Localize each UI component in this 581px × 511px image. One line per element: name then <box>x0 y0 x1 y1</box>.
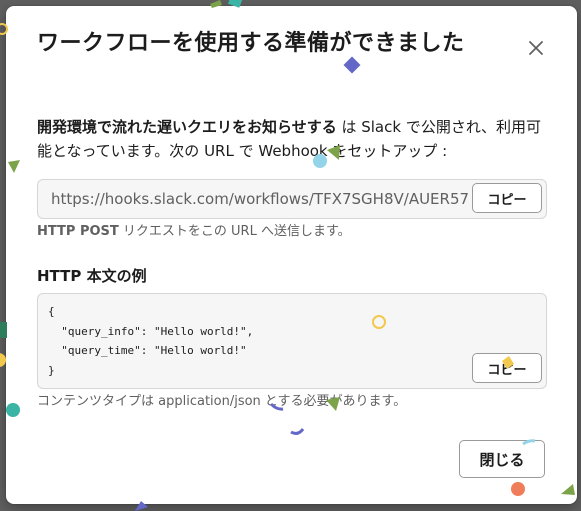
close-button[interactable]: 閉じる <box>459 440 545 478</box>
webhook-url-box: https://hooks.slack.com/workflows/TFX7SG… <box>37 179 547 219</box>
close-dialog-icon-button[interactable] <box>518 30 554 66</box>
webhook-hint-text: リクエストをこの URL へ送信します。 <box>118 224 351 239</box>
copy-body-button[interactable]: コピー <box>472 353 542 383</box>
body-example-code[interactable]: { "query_info": "Hello world!", "query_t… <box>48 302 253 380</box>
body-example-heading: HTTP 本文の例 <box>37 267 147 285</box>
close-icon <box>529 41 543 55</box>
workflow-ready-dialog: ワークフローを使用する準備ができました 開発環境で流れた遅いクエリをお知らせする… <box>6 6 577 504</box>
dialog-description: 開発環境で流れた遅いクエリをお知らせする は Slack で公開され、利用可能と… <box>37 115 552 163</box>
webhook-hint: HTTP POST リクエストをこの URL へ送信します。 <box>37 223 351 241</box>
dialog-title: ワークフローを使用する準備ができました <box>37 31 465 56</box>
webhook-url[interactable]: https://hooks.slack.com/workflows/TFX7SG… <box>51 189 469 209</box>
http-method: HTTP POST <box>37 224 119 239</box>
content-type-hint: コンテンツタイプは application/json とする必要があります。 <box>37 394 407 409</box>
workflow-name: 開発環境で流れた遅いクエリをお知らせする <box>37 118 337 136</box>
app-stage: ワークフローを使用する準備ができました 開発環境で流れた遅いクエリをお知らせする… <box>0 0 581 511</box>
copy-url-button[interactable]: コピー <box>472 183 542 213</box>
body-example-box: { "query_info": "Hello world!", "query_t… <box>37 293 547 389</box>
